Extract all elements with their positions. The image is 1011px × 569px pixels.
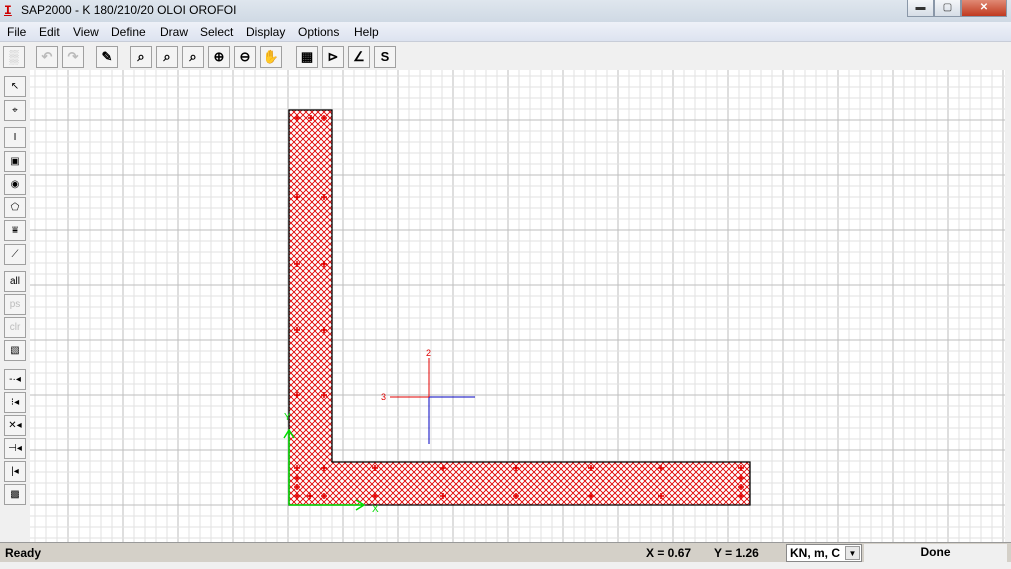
snap-perpendicular-icon[interactable]: ⊣◂ [4,438,26,459]
draw-i-section-icon[interactable]: I [4,127,26,148]
menu-draw[interactable]: Draw [160,25,188,39]
zoom-out-icon[interactable]: ⊖ [234,46,256,68]
status-done: Done [864,544,1007,562]
menu-bar: File Edit View Define Draw Select Display Optio… [0,22,1011,42]
title-bar: I SAP2000 - K 180/210/20 OLOI OROFOI ▬ ▢… [0,0,1011,22]
select-all-icon[interactable]: all [4,271,26,292]
menu-select[interactable]: Select [200,25,233,39]
menu-define[interactable]: Define [111,25,146,39]
drawing-canvas[interactable]: 2 3 Y X [30,70,1005,542]
menu-view[interactable]: View [73,25,99,39]
section-properties-icon[interactable]: ⊳ [322,46,344,68]
stress-icon[interactable]: S [374,46,396,68]
y-coordinate: Y = 1.26 [714,546,759,560]
zoom-window-icon[interactable]: ⌕ [130,46,152,68]
chevron-down-icon[interactable]: ▼ [845,546,860,560]
units-value: KN, m, C [790,546,841,560]
section-drawing: 2 3 Y X [30,70,1005,542]
side-toolbar: ↖ ⌖ I ▣ ◉ ⬠ ⩸ ⟋ all ps clr ▧ -·◂ ⁝◂ ✕◂ ⊣◂ |◂ ▩ [0,72,30,542]
draw-rebar-line-icon[interactable]: ⩸ [4,220,26,241]
pencil-icon[interactable]: ✎ [96,46,118,68]
minimize-button[interactable]: ▬ [907,0,934,17]
main-toolbar: ▒ ↶ ↷ ✎ ⌕ ⌕ ⌕ ⊕ ⊖ ✋ ▦ ⊳ ∠ S [0,43,1011,70]
window-title: SAP2000 - K 180/210/20 OLOI OROFOI [21,3,237,17]
clear-selection-icon[interactable]: clr [4,317,26,338]
menu-edit[interactable]: Edit [39,25,60,39]
draw-polygon-icon[interactable]: ⬠ [4,197,26,218]
new-icon[interactable]: ▒ [3,46,25,68]
global-y-label: Y [284,412,291,423]
x-coordinate: X = 0.67 [646,546,692,560]
app-icon: I [4,3,12,18]
draw-rectangle-icon[interactable]: ▣ [4,151,26,172]
global-x-label: X [372,504,379,515]
snap-intersections-icon[interactable]: ✕◂ [4,415,26,436]
maximize-button[interactable]: ▢ [934,0,961,17]
status-bar: Ready X = 0.67 Y = 1.26 KN, m, C ▼ Done [0,542,1011,562]
status-text: Ready [5,546,42,560]
draw-line-icon[interactable]: ⟋ [4,244,26,265]
previous-selection-icon[interactable]: ps [4,294,26,315]
snap-points-icon[interactable]: -·◂ [4,369,26,390]
pan-icon[interactable]: ✋ [260,46,282,68]
reshape-icon[interactable]: ⌖ [4,100,26,121]
close-button[interactable]: ✕ [961,0,1007,17]
menu-options[interactable]: Options [298,25,339,39]
menu-display[interactable]: Display [246,25,285,39]
pointer-icon[interactable]: ↖ [4,76,26,97]
intersecting-line-icon[interactable]: ▧ [4,340,26,361]
snap-grid-icon[interactable]: ▩ [4,484,26,505]
local-axis-2-label: 2 [426,348,431,358]
draw-circle-icon[interactable]: ◉ [4,174,26,195]
snap-lines-icon[interactable]: |◂ [4,461,26,482]
table-icon[interactable]: ▦ [296,46,318,68]
zoom-previous-icon[interactable]: ⌕ [182,46,204,68]
redo-icon[interactable]: ↷ [62,46,84,68]
undo-icon[interactable]: ↶ [36,46,58,68]
local-axis-3-label: 3 [381,392,386,402]
units-dropdown[interactable]: KN, m, C ▼ [786,544,862,562]
snap-ends-icon[interactable]: ⁝◂ [4,392,26,413]
menu-file[interactable]: File [7,25,26,39]
zoom-restore-icon[interactable]: ⌕ [156,46,178,68]
menu-help[interactable]: Help [354,25,379,39]
angle-icon[interactable]: ∠ [348,46,370,68]
zoom-in-icon[interactable]: ⊕ [208,46,230,68]
